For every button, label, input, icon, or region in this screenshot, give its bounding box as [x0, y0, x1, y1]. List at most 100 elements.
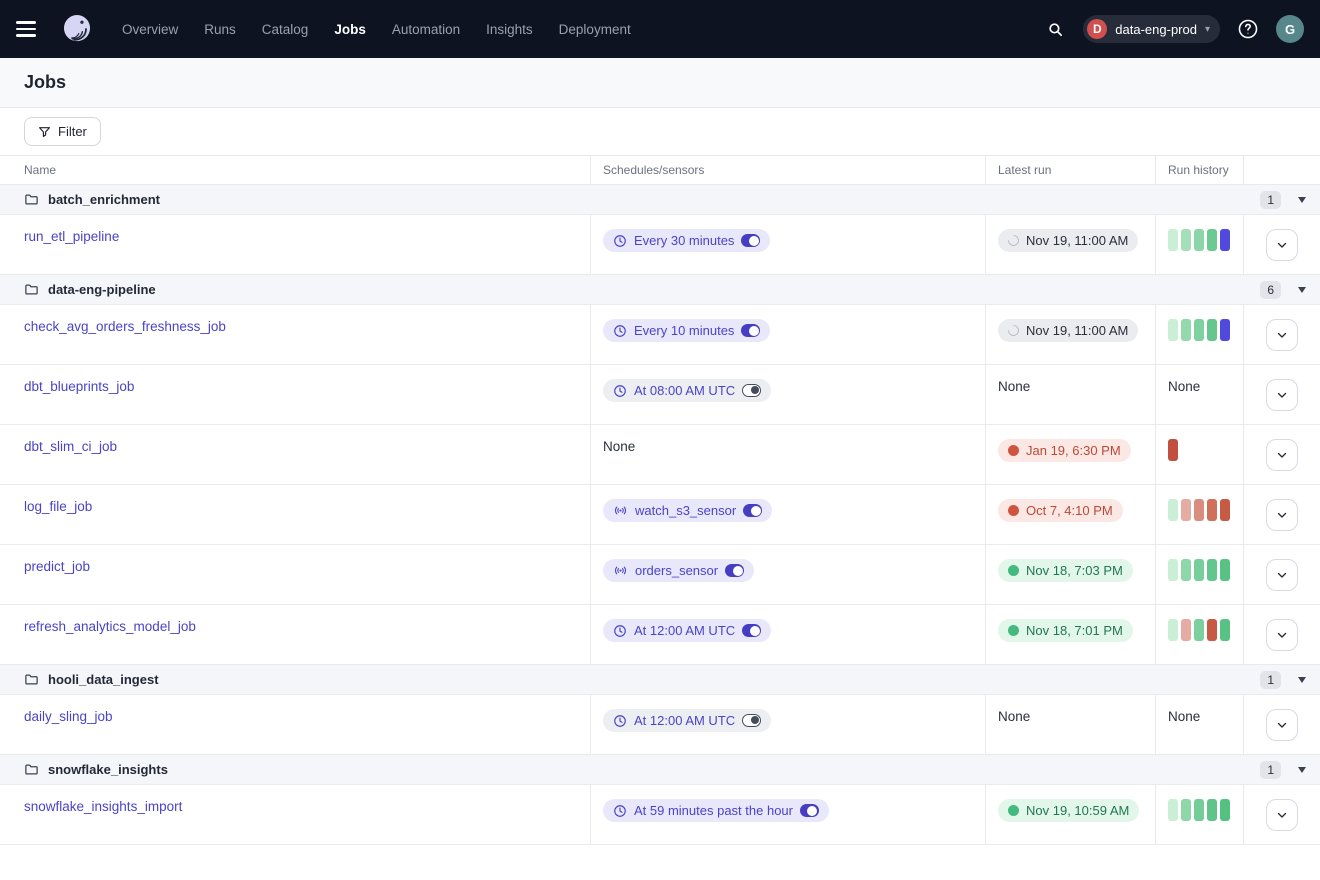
help-icon[interactable]: [1234, 15, 1262, 43]
menu-icon[interactable]: [16, 15, 44, 43]
run-history-bar[interactable]: [1168, 619, 1178, 641]
group-row[interactable]: hooli_data_ingest1: [0, 664, 1320, 694]
schedule-badge[interactable]: At 12:00 AM UTC: [603, 619, 771, 642]
nav-item-jobs[interactable]: Jobs: [334, 22, 366, 37]
user-avatar[interactable]: G: [1276, 15, 1304, 43]
job-name-link[interactable]: run_etl_pipeline: [24, 229, 119, 244]
job-row: log_file_job watch_s3_sensor Oct 7, 4:10 P…: [0, 484, 1320, 544]
collapse-caret-icon[interactable]: [1298, 677, 1306, 683]
run-history-bar[interactable]: [1181, 319, 1191, 341]
run-history-bar[interactable]: [1207, 559, 1217, 581]
run-history-bar[interactable]: [1194, 799, 1204, 821]
job-name-link[interactable]: daily_sling_job: [24, 709, 113, 724]
row-expand-button[interactable]: [1266, 499, 1298, 531]
search-icon[interactable]: [1041, 15, 1069, 43]
schedule-toggle[interactable]: [743, 504, 762, 517]
run-history-bar[interactable]: [1168, 499, 1178, 521]
latest-run-badge[interactable]: Jan 19, 6:30 PM: [998, 439, 1131, 462]
run-history-bar[interactable]: [1181, 619, 1191, 641]
schedule-badge[interactable]: Every 10 minutes: [603, 319, 770, 342]
schedule-badge[interactable]: At 08:00 AM UTC: [603, 379, 771, 402]
job-name-link[interactable]: snowflake_insights_import: [24, 799, 182, 814]
latest-run-badge[interactable]: Oct 7, 4:10 PM: [998, 499, 1123, 522]
run-history-bar[interactable]: [1168, 319, 1178, 341]
run-history-bar[interactable]: [1168, 439, 1178, 461]
job-row: dbt_blueprints_jobAt 08:00 AM UTCNoneNon…: [0, 364, 1320, 424]
nav-item-deployment[interactable]: Deployment: [559, 22, 631, 37]
run-history-bar[interactable]: [1220, 619, 1230, 641]
run-history-bar[interactable]: [1181, 499, 1191, 521]
run-history-bar[interactable]: [1207, 799, 1217, 821]
schedule-toggle[interactable]: [741, 234, 760, 247]
run-history-bar[interactable]: [1207, 229, 1217, 251]
schedule-badge[interactable]: At 59 minutes past the hour: [603, 799, 829, 822]
folder-icon: [24, 672, 39, 687]
job-name-link[interactable]: predict_job: [24, 559, 90, 574]
run-history-bar[interactable]: [1181, 559, 1191, 581]
row-expand-button[interactable]: [1266, 439, 1298, 471]
row-expand-button[interactable]: [1266, 229, 1298, 261]
run-history-bars: [1168, 319, 1231, 341]
latest-run-badge[interactable]: Nov 19, 10:59 AM: [998, 799, 1139, 822]
row-expand-button[interactable]: [1266, 559, 1298, 591]
schedule-toggle[interactable]: [725, 564, 744, 577]
row-expand-button[interactable]: [1266, 799, 1298, 831]
schedule-toggle[interactable]: [800, 804, 819, 817]
run-history-bar[interactable]: [1194, 229, 1204, 251]
run-history-bar[interactable]: [1220, 499, 1230, 521]
schedules-cell: Every 10 minutes: [590, 305, 985, 364]
deployment-switcher[interactable]: D data-eng-prod ▾: [1083, 15, 1220, 43]
row-expand-button[interactable]: [1266, 319, 1298, 351]
run-history-bar[interactable]: [1194, 619, 1204, 641]
run-history-bar[interactable]: [1168, 559, 1178, 581]
run-history-bar[interactable]: [1207, 319, 1217, 341]
job-name-link[interactable]: log_file_job: [24, 499, 92, 514]
latest-run-badge[interactable]: Nov 18, 7:03 PM: [998, 559, 1133, 582]
job-name-link[interactable]: check_avg_orders_freshness_job: [24, 319, 226, 334]
run-history-bar[interactable]: [1168, 799, 1178, 821]
filter-button[interactable]: Filter: [24, 117, 101, 146]
nav-item-automation[interactable]: Automation: [392, 22, 460, 37]
row-expand-button[interactable]: [1266, 619, 1298, 651]
nav-item-insights[interactable]: Insights: [486, 22, 533, 37]
run-history-bar[interactable]: [1168, 229, 1178, 251]
schedule-toggle[interactable]: [742, 384, 761, 397]
group-row[interactable]: data-eng-pipeline6: [0, 274, 1320, 304]
run-history-bar[interactable]: [1194, 319, 1204, 341]
row-expand-button[interactable]: [1266, 709, 1298, 741]
run-history-bar[interactable]: [1181, 229, 1191, 251]
latest-run-badge[interactable]: Nov 18, 7:01 PM: [998, 619, 1133, 642]
row-expand-button[interactable]: [1266, 379, 1298, 411]
job-name-link[interactable]: dbt_blueprints_job: [24, 379, 134, 394]
run-history-bar[interactable]: [1220, 319, 1230, 341]
collapse-caret-icon[interactable]: [1298, 197, 1306, 203]
nav-item-catalog[interactable]: Catalog: [262, 22, 309, 37]
sensor-badge[interactable]: orders_sensor: [603, 559, 754, 582]
job-name-link[interactable]: dbt_slim_ci_job: [24, 439, 117, 454]
schedule-badge[interactable]: At 12:00 AM UTC: [603, 709, 771, 732]
schedule-toggle[interactable]: [741, 324, 760, 337]
nav-item-overview[interactable]: Overview: [122, 22, 178, 37]
dagster-logo-icon[interactable]: [58, 10, 96, 48]
schedule-toggle[interactable]: [742, 624, 761, 637]
nav-item-runs[interactable]: Runs: [204, 22, 236, 37]
job-name-link[interactable]: refresh_analytics_model_job: [24, 619, 196, 634]
group-row[interactable]: snowflake_insights1: [0, 754, 1320, 784]
run-history-bar[interactable]: [1220, 229, 1230, 251]
run-history-bar[interactable]: [1220, 799, 1230, 821]
schedule-badge[interactable]: Every 30 minutes: [603, 229, 770, 252]
schedule-toggle[interactable]: [742, 714, 761, 727]
group-row[interactable]: batch_enrichment1: [0, 184, 1320, 214]
run-history-bar[interactable]: [1181, 799, 1191, 821]
latest-run-badge[interactable]: Nov 19, 11:00 AM: [998, 229, 1138, 252]
run-history-bar[interactable]: [1207, 499, 1217, 521]
collapse-caret-icon[interactable]: [1298, 767, 1306, 773]
sensor-badge[interactable]: watch_s3_sensor: [603, 499, 772, 522]
collapse-caret-icon[interactable]: [1298, 287, 1306, 293]
run-history-bar[interactable]: [1194, 499, 1204, 521]
latest-run-badge[interactable]: Nov 19, 11:00 AM: [998, 319, 1138, 342]
job-name-cell: log_file_job: [0, 485, 590, 544]
run-history-bar[interactable]: [1194, 559, 1204, 581]
run-history-bar[interactable]: [1220, 559, 1230, 581]
run-history-bar[interactable]: [1207, 619, 1217, 641]
